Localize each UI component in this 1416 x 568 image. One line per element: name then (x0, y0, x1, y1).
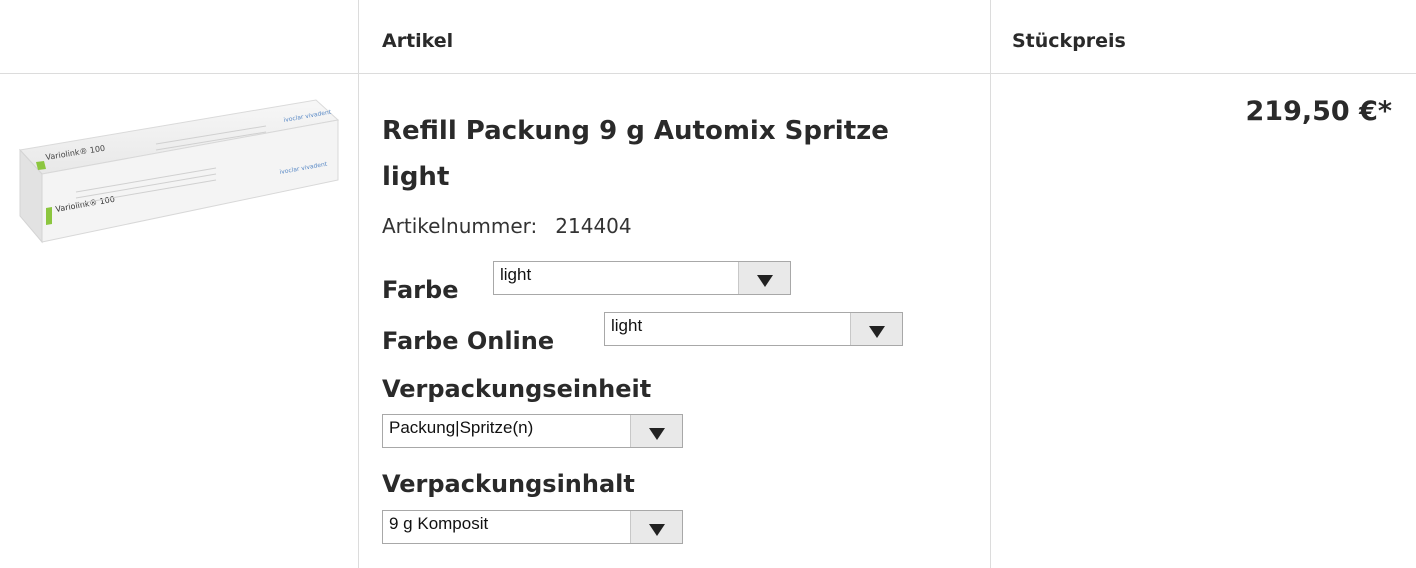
option-label-farbe: Farbe (382, 276, 459, 304)
column-header-unit-price: Stückpreis (1012, 30, 1126, 52)
chevron-down-icon (869, 326, 885, 338)
verpackungsinhalt-select-value: 9 g Komposit (389, 514, 489, 533)
option-label-verpackungsinhalt: Verpackungsinhalt (382, 470, 635, 498)
farbe-dropdown-button[interactable] (738, 262, 790, 294)
article-number: Artikelnummer: 214404 (382, 214, 632, 238)
chevron-down-icon (649, 524, 665, 536)
farbe-online-dropdown-button[interactable] (850, 313, 902, 345)
column-divider (358, 0, 359, 568)
option-label-verpackungseinheit: Verpackungseinheit (382, 375, 652, 403)
article-number-label: Artikelnummer: (382, 214, 538, 238)
chevron-down-icon (757, 275, 773, 287)
option-label-farbe-online: Farbe Online (382, 327, 555, 355)
product-image[interactable]: Variolink® 100 Variolink® 100 ivoclar vi… (16, 92, 342, 260)
column-divider (990, 0, 991, 568)
verpackungseinheit-dropdown-button[interactable] (630, 415, 682, 447)
verpackungsinhalt-select[interactable]: 9 g Komposit (382, 510, 683, 544)
cart-table: Artikel Stückpreis Variolink® 100 Variol… (0, 0, 1416, 568)
verpackungseinheit-select-value: Packung|Spritze(n) (389, 418, 534, 437)
farbe-select-value: light (500, 265, 532, 284)
farbe-online-select[interactable]: light (604, 312, 903, 346)
column-header-article: Artikel (382, 30, 454, 52)
article-number-value: 214404 (555, 214, 632, 238)
unit-price: 219,50 €* (1245, 96, 1393, 127)
farbe-online-select-value: light (611, 316, 643, 335)
verpackungseinheit-select[interactable]: Packung|Spritze(n) (382, 414, 683, 448)
chevron-down-icon (649, 428, 665, 440)
header-divider (0, 73, 1416, 74)
verpackungsinhalt-dropdown-button[interactable] (630, 511, 682, 543)
product-title[interactable]: Refill Packung 9 g Automix Spritze light (382, 108, 942, 200)
farbe-select[interactable]: light (493, 261, 791, 295)
